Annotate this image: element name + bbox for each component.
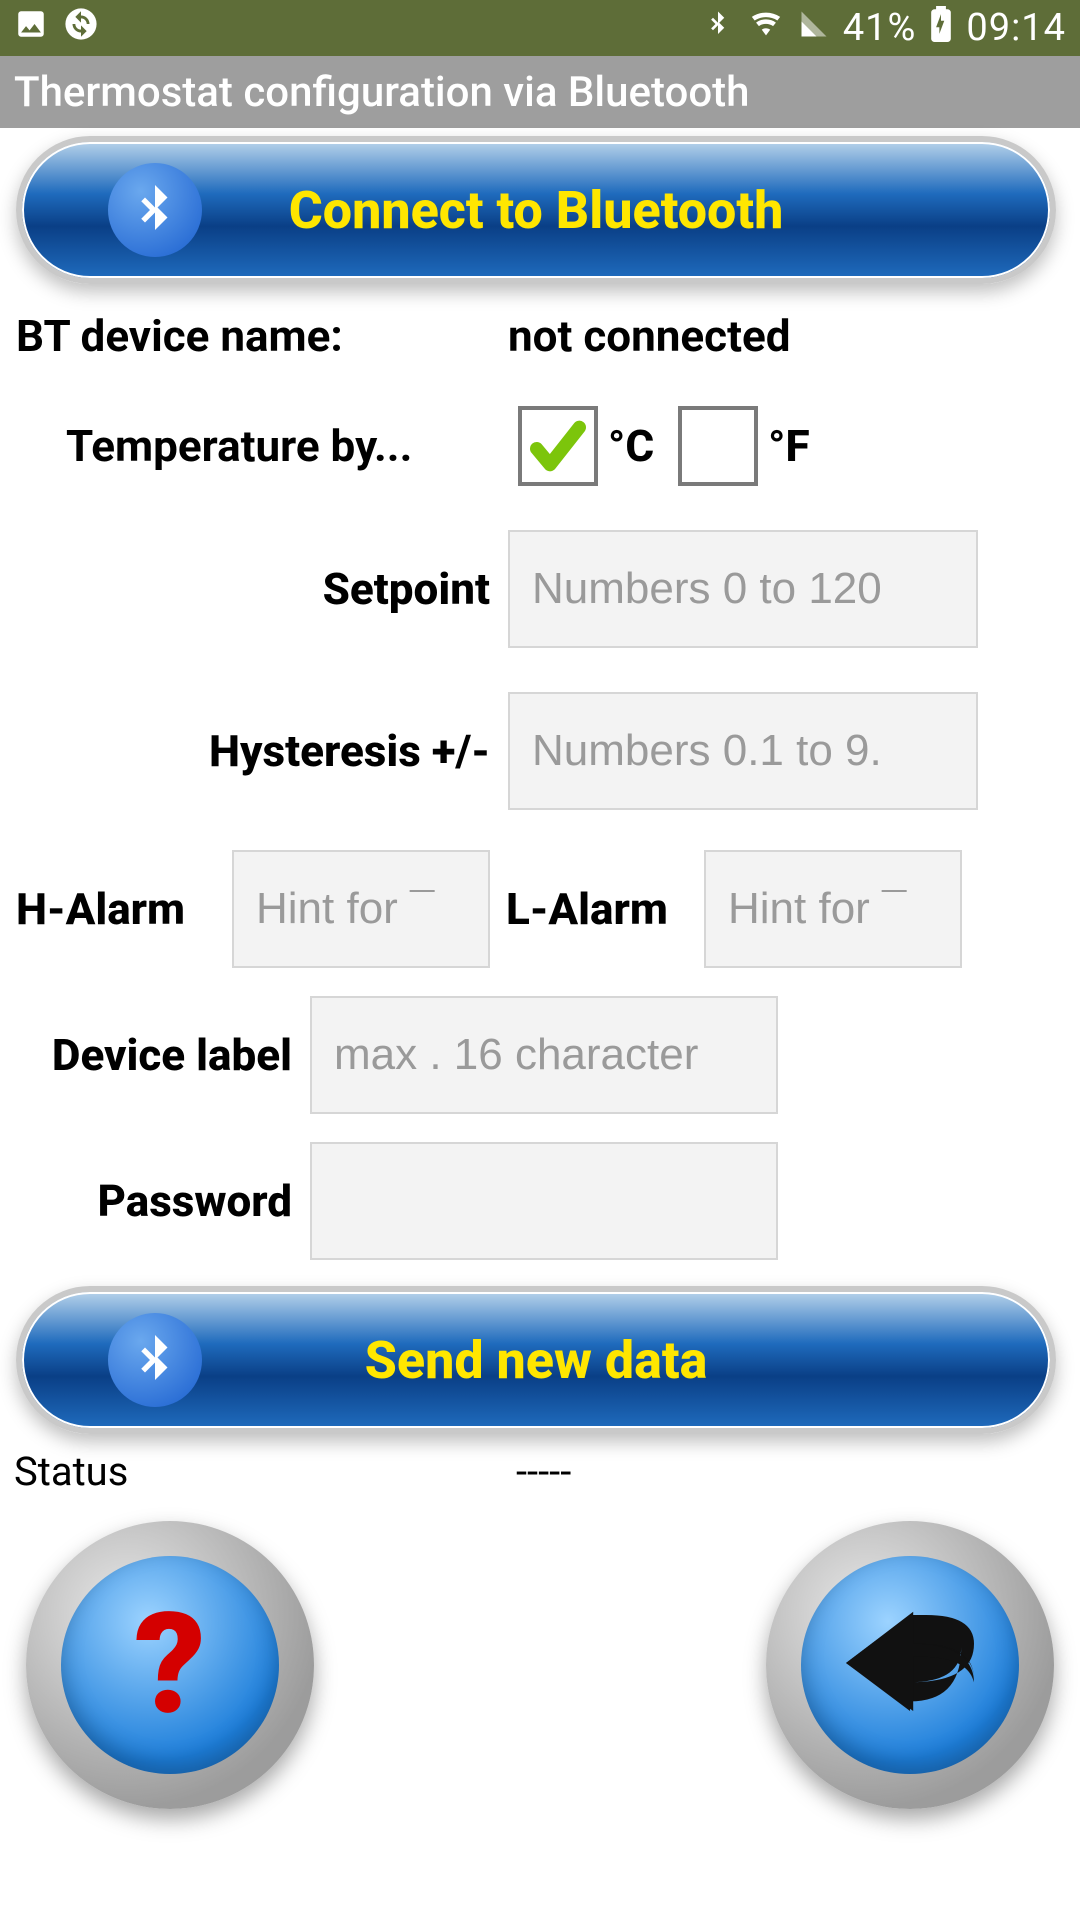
send-data-button[interactable]: Send new data — [16, 1286, 1056, 1434]
app-bar: Thermostat configuration via Bluetooth — [0, 56, 1080, 128]
bluetooth-icon — [703, 7, 733, 50]
clock: 09:14 — [966, 6, 1066, 50]
app-title: Thermostat configuration via Bluetooth — [14, 68, 749, 117]
temperature-unit-row: Temperature by... °C °F — [8, 406, 1072, 486]
signal-icon — [799, 7, 829, 50]
android-status-bar: 41% 09:14 — [0, 0, 1080, 56]
battery-charging-icon — [930, 6, 952, 51]
send-label: Send new data — [365, 1330, 708, 1391]
wifi-icon — [747, 7, 785, 50]
password-row: Password — [8, 1142, 1072, 1260]
status-right-icons: 41% 09:14 — [703, 6, 1066, 51]
sync-icon — [64, 7, 98, 50]
bt-device-value: not connected — [508, 310, 791, 362]
celsius-unit-label: °C — [608, 420, 654, 472]
question-icon: ? — [134, 1583, 205, 1747]
status-label: Status — [14, 1448, 516, 1495]
status-row: Status ----- — [8, 1448, 1072, 1495]
setpoint-label: Setpoint — [8, 563, 508, 615]
back-button[interactable] — [766, 1521, 1054, 1809]
fahrenheit-checkbox[interactable] — [678, 406, 758, 486]
password-input[interactable] — [310, 1142, 778, 1260]
setpoint-input[interactable] — [508, 530, 978, 648]
celsius-checkbox[interactable] — [518, 406, 598, 486]
l-alarm-label: L-Alarm — [490, 883, 704, 935]
connect-bluetooth-button[interactable]: Connect to Bluetooth — [16, 136, 1056, 284]
connect-label: Connect to Bluetooth — [289, 180, 784, 241]
fahrenheit-unit-label: °F — [768, 420, 809, 472]
alarm-row: H-Alarm L-Alarm — [8, 850, 1072, 968]
hysteresis-input[interactable] — [508, 692, 978, 810]
device-label-input[interactable] — [310, 996, 778, 1114]
battery-percent: 41% — [843, 6, 917, 50]
bt-device-row: BT device name: not connected — [8, 310, 1072, 362]
password-label: Password — [8, 1175, 310, 1227]
bt-device-label: BT device name: — [8, 310, 508, 362]
status-value: ----- — [516, 1448, 571, 1495]
h-alarm-input[interactable] — [232, 850, 490, 968]
hysteresis-label: Hysteresis +/- — [8, 725, 508, 777]
device-label-row: Device label — [8, 996, 1072, 1114]
status-left-icons — [14, 7, 98, 50]
bluetooth-icon — [108, 163, 202, 257]
device-label-label: Device label — [8, 1029, 310, 1081]
bluetooth-icon — [108, 1313, 202, 1407]
back-arrow-icon — [830, 1598, 990, 1732]
help-button[interactable]: ? — [26, 1521, 314, 1809]
checkmark-icon — [526, 414, 590, 478]
setpoint-row: Setpoint — [8, 530, 1072, 648]
temperature-label: Temperature by... — [8, 420, 518, 472]
image-icon — [14, 7, 48, 50]
hysteresis-row: Hysteresis +/- — [8, 692, 1072, 810]
l-alarm-input[interactable] — [704, 850, 962, 968]
h-alarm-label: H-Alarm — [8, 883, 232, 935]
